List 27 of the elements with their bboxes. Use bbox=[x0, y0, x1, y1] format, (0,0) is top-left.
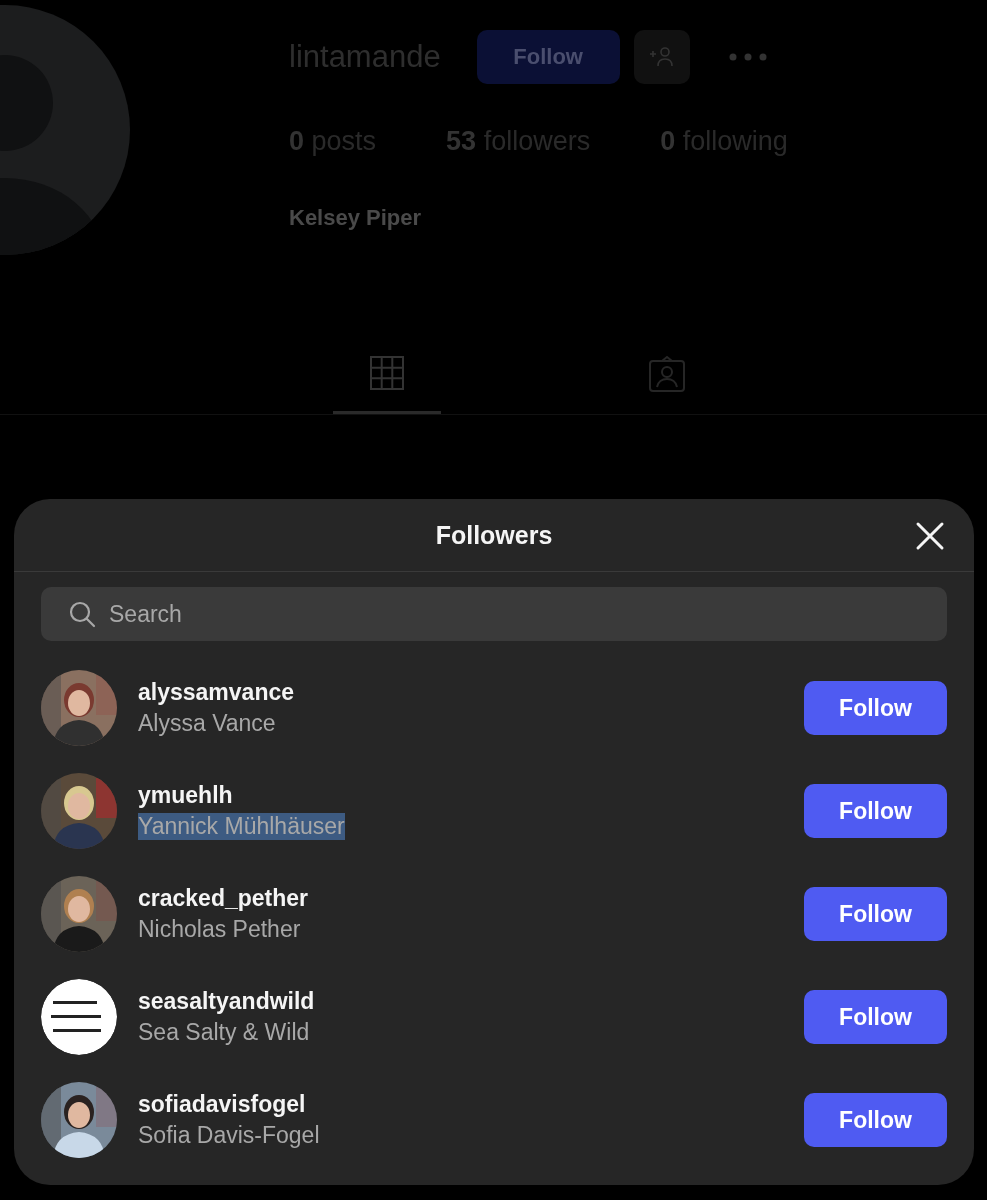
add-person-icon bbox=[647, 46, 676, 68]
more-options-icon[interactable] bbox=[727, 52, 768, 62]
follower-name: Nicholas Pether bbox=[138, 916, 301, 943]
close-icon bbox=[914, 520, 946, 552]
dialog-title: Followers bbox=[435, 520, 553, 550]
posts-tab[interactable] bbox=[333, 355, 441, 414]
tagged-person-icon bbox=[648, 355, 686, 393]
follower-username[interactable]: cracked_pether bbox=[138, 885, 309, 912]
follow-button[interactable]: Follow bbox=[804, 990, 947, 1044]
follower-username[interactable]: seasaltyandwild bbox=[138, 988, 315, 1015]
selected-follower-name: Yannick Mühlhäuser bbox=[138, 813, 345, 840]
follower-username[interactable]: sofiadavisfogel bbox=[138, 1091, 306, 1118]
follower-name: Sofia Davis-Fogel bbox=[138, 1122, 320, 1149]
follow-button[interactable]: Follow bbox=[804, 681, 947, 735]
search-icon bbox=[68, 600, 96, 628]
follower-username[interactable]: alyssamvance bbox=[138, 679, 294, 706]
follow-button[interactable]: Follow bbox=[804, 887, 947, 941]
close-button[interactable] bbox=[914, 520, 946, 552]
follow-button[interactable]: Follow bbox=[804, 784, 947, 838]
follower-username[interactable]: ymuehlh bbox=[138, 782, 233, 809]
search-field[interactable]: Search bbox=[41, 587, 947, 641]
follower-name: Alyssa Vance bbox=[138, 710, 276, 737]
profile-full-name: Kelsey Piper bbox=[289, 205, 423, 231]
add-person-button[interactable] bbox=[633, 30, 690, 84]
follow-button[interactable]: Follow bbox=[804, 1093, 947, 1147]
grid-icon bbox=[369, 355, 405, 391]
follower-name: Sea Salty & Wild bbox=[138, 1019, 310, 1046]
